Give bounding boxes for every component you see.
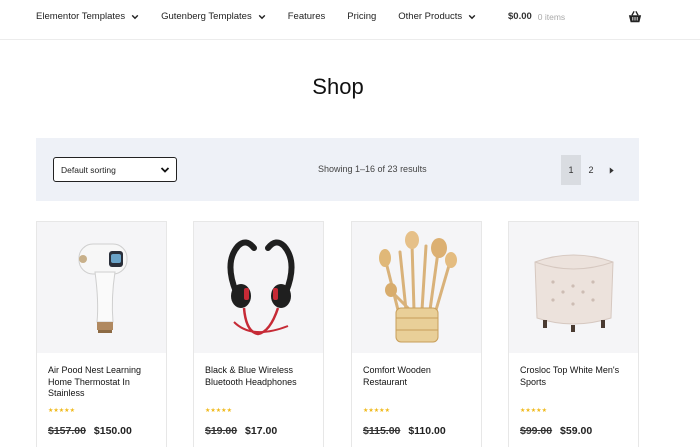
shop-toolbar: Default sorting Showing 1–16 of 23 resul… (36, 138, 639, 201)
product-price: $19.00 $17.00 (205, 425, 277, 437)
star-rating: ★ ★ ★ ★ ★ (363, 408, 390, 414)
nav-item-label: Pricing (347, 11, 377, 22)
chevron-down-icon (131, 14, 139, 19)
chevron-right-icon (609, 166, 614, 174)
ottoman-icon (534, 254, 614, 332)
chevron-down-icon (160, 167, 170, 173)
original-price: $99.00 (520, 425, 553, 437)
sorting-select[interactable]: Default sorting (53, 157, 177, 182)
product-card[interactable]: Comfort Wooden Restaurant ★ ★ ★ ★ ★ $115.00 … (351, 221, 482, 447)
star-icon: ★ (541, 408, 547, 414)
site-header: Elementor Templates Gutenberg Templates … (0, 0, 700, 40)
chevron-down-icon (468, 14, 476, 19)
hair-removal-device-icon (78, 243, 128, 333)
nav-item-features[interactable]: Features (288, 11, 326, 22)
star-rating: ★ ★ ★ ★ ★ (48, 408, 75, 414)
product-image[interactable] (194, 222, 323, 353)
product-price: $157.00 $150.00 (48, 425, 132, 437)
sale-price: $17.00 (245, 425, 278, 437)
main-nav: Elementor Templates Gutenberg Templates … (36, 11, 498, 22)
original-price: $115.00 (363, 425, 401, 437)
star-rating: ★ ★ ★ ★ ★ (205, 408, 232, 414)
product-name[interactable]: Black & Blue Wireless Bluetooth Headphon… (205, 365, 317, 388)
product-name[interactable]: Crosloc Top White Men's Sports (520, 365, 632, 388)
pagination: 1 2 (561, 155, 621, 185)
star-icon: ★ (226, 408, 232, 414)
nav-item-label: Features (287, 11, 326, 22)
page-title: Shop (312, 74, 364, 99)
star-icon: ★ (384, 408, 390, 414)
product-name[interactable]: Comfort Wooden Restaurant (363, 365, 475, 388)
nav-item-other-products[interactable]: Other Products (398, 11, 476, 22)
product-price: $99.00 $59.00 (520, 425, 592, 437)
nav-item-label: Other Products (398, 11, 463, 22)
original-price: $157.00 (48, 425, 86, 437)
product-card[interactable]: Black & Blue Wireless Bluetooth Headphon… (193, 221, 324, 447)
nav-item-elementor-templates[interactable]: Elementor Templates (36, 11, 139, 22)
next-page-button[interactable] (601, 155, 621, 185)
result-count: Showing 1–16 of 23 results (318, 164, 427, 174)
product-name[interactable]: Air Pood Nest Learning Home Thermostat I… (48, 365, 160, 400)
cart-amount: $0.00 (508, 11, 532, 22)
product-image[interactable] (352, 222, 481, 353)
product-image[interactable] (37, 222, 166, 353)
nav-item-label: Gutenberg Templates (161, 11, 252, 22)
page-2[interactable]: 2 (581, 155, 601, 185)
original-price: $19.00 (205, 425, 238, 437)
product-card[interactable]: Crosloc Top White Men's Sports ★ ★ ★ ★ ★ $99… (508, 221, 639, 447)
nav-item-gutenberg-templates[interactable]: Gutenberg Templates (161, 11, 266, 22)
cart-summary[interactable]: $0.00 0 items (508, 11, 565, 22)
basket-icon[interactable] (628, 10, 642, 24)
headphones-icon (227, 239, 295, 336)
star-rating: ★ ★ ★ ★ ★ (520, 408, 547, 414)
cart-item-count: 0 items (537, 11, 566, 22)
chevron-down-icon (258, 14, 266, 19)
star-icon: ★ (69, 408, 75, 414)
product-card[interactable]: Air Pood Nest Learning Home Thermostat I… (36, 221, 167, 447)
product-price: $115.00 $110.00 (363, 425, 446, 437)
sale-price: $110.00 (408, 425, 446, 437)
sale-price: $59.00 (560, 425, 593, 437)
wooden-utensils-icon (379, 231, 457, 343)
product-image[interactable] (509, 222, 638, 353)
sorting-selected-value: Default sorting (61, 164, 116, 175)
nav-item-label: Elementor Templates (36, 11, 126, 22)
page-1[interactable]: 1 (561, 155, 581, 185)
sale-price: $150.00 (93, 425, 132, 437)
nav-item-pricing[interactable]: Pricing (347, 11, 376, 22)
